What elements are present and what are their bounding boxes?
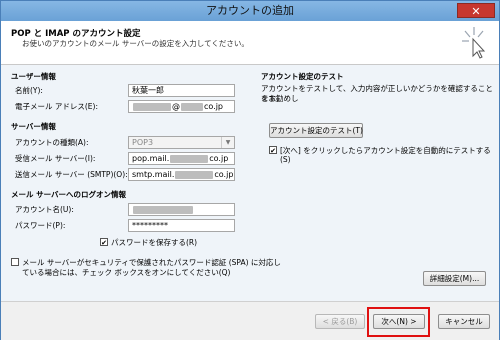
logon-info-heading: メール サーバーへのログオン情報 xyxy=(11,190,127,199)
email-suffix: co.jp xyxy=(204,102,223,111)
account-type-select[interactable]: POP3 ▼ xyxy=(128,136,235,149)
account-type-value: POP3 xyxy=(132,138,154,147)
next-button[interactable]: 次へ(N) > xyxy=(373,314,425,329)
name-label: 名前(Y): xyxy=(15,86,43,95)
dialog-footer: < 戻る(B) 次へ(N) > キャンセル xyxy=(1,301,499,340)
title-bar: アカウントの追加 ✕ xyxy=(1,1,499,21)
test-description-line2: ます。 xyxy=(261,94,283,103)
spa-label-line2: ている場合には、チェック ボックスをオンにしてください(Q) xyxy=(22,268,231,277)
settings-panel: ユーザー情報 名前(Y): 秋葉一郎 電子メール アドレス(E): @ co.jp… xyxy=(1,65,499,301)
email-at: @ xyxy=(172,102,180,111)
close-button[interactable]: ✕ xyxy=(457,3,495,18)
email-field[interactable]: @ co.jp xyxy=(128,100,235,113)
test-heading: アカウント設定のテスト xyxy=(261,72,344,81)
chevron-down-icon: ▼ xyxy=(221,137,234,148)
save-password-checkbox[interactable]: ✔ xyxy=(100,238,108,247)
incoming-suffix: co.jp xyxy=(209,154,229,163)
redacted-outgoing xyxy=(175,170,214,179)
outgoing-suffix: co.jp xyxy=(214,170,234,179)
test-account-settings-button[interactable]: アカウント設定のテスト(T) xyxy=(269,123,363,138)
redacted-account xyxy=(133,205,193,214)
email-label: 電子メール アドレス(E): xyxy=(15,102,99,111)
auto-test-label-line2: (S) xyxy=(280,155,291,164)
account-type-label: アカウントの種類(A): xyxy=(15,138,89,147)
incoming-prefix: pop.mail. xyxy=(132,154,170,163)
save-password-label: パスワードを保存する(R) xyxy=(111,238,198,247)
password-value: ********* xyxy=(132,221,168,230)
window-title: アカウントの追加 xyxy=(206,4,294,17)
more-settings-button[interactable]: 詳細設定(M)... xyxy=(423,271,486,286)
account-name-label: アカウント名(U): xyxy=(15,205,74,214)
password-field[interactable]: ********* xyxy=(128,219,235,232)
dialog-header: POP と IMAP のアカウント設定 お使いのアカウントのメール サーバーの設… xyxy=(1,21,499,65)
name-field[interactable]: 秋葉一郎 xyxy=(128,84,235,97)
auto-test-label-line1: [次へ] をクリックしたらアカウント設定を自動的にテストする xyxy=(280,146,491,155)
auto-test-checkbox[interactable]: ✔ xyxy=(269,146,277,155)
header-subtitle: お使いのアカウントのメール サーバーの設定を入力してください。 xyxy=(22,39,249,48)
back-button[interactable]: < 戻る(B) xyxy=(315,314,365,329)
incoming-server-field[interactable]: pop.mail. co.jp xyxy=(128,152,235,165)
redacted-user xyxy=(133,102,171,111)
outgoing-server-label: 送信メール サーバー (SMTP)(O): xyxy=(15,170,128,179)
outgoing-server-field[interactable]: smtp.mail. co.jp xyxy=(128,168,235,181)
user-info-heading: ユーザー情報 xyxy=(11,72,56,81)
spa-checkbox[interactable] xyxy=(11,258,19,266)
password-label: パスワード(P): xyxy=(15,221,66,230)
server-info-heading: サーバー情報 xyxy=(11,122,56,131)
test-description-line1: アカウントをテストして、入力内容が正しいかどうかを確認することをお勧めし xyxy=(261,84,493,103)
cancel-button[interactable]: キャンセル xyxy=(438,314,490,329)
redacted-domain xyxy=(181,102,203,111)
account-name-field[interactable] xyxy=(128,203,235,216)
redacted-incoming xyxy=(170,154,209,163)
cursor-sparkle-icon xyxy=(462,27,486,59)
account-add-dialog: アカウントの追加 ✕ POP と IMAP のアカウント設定 お使いのアカウント… xyxy=(0,0,500,340)
name-value: 秋葉一郎 xyxy=(132,86,164,95)
incoming-server-label: 受信メール サーバー(I): xyxy=(15,154,96,163)
outgoing-prefix: smtp.mail. xyxy=(132,170,175,179)
